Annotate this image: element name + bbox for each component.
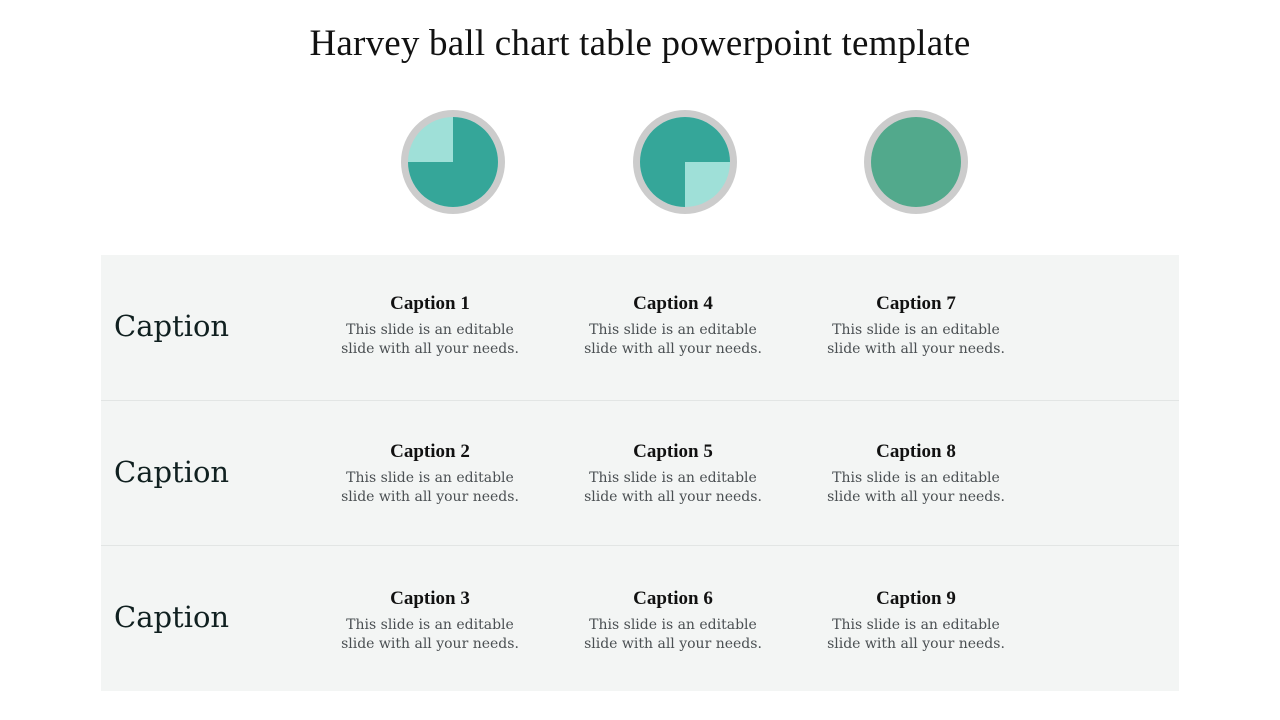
description-line: This slide is an editable [346,470,514,486]
cell-caption: Caption 4 [633,293,713,314]
cell-caption: Caption 7 [876,293,956,314]
description-line: This slide is an editable [346,322,514,338]
cell-caption: Caption 1 [390,293,470,314]
description-line: slide with all your needs. [341,341,519,357]
cell-description: This slide is an editable slide with all … [558,321,788,359]
description-line: slide with all your needs. [584,489,762,505]
table-cell: Caption 5 This slide is an editable slide… [558,441,788,507]
description-line: slide with all your needs. [341,489,519,505]
table-cell: Caption 4 This slide is an editable slide… [558,293,788,359]
cell-description: This slide is an editable slide with all … [801,616,1031,654]
cell-description: This slide is an editable slide with all … [315,616,545,654]
harvey-ball-graphic [864,110,968,214]
cell-caption: Caption 3 [390,588,470,609]
harvey-ball-graphic [401,110,505,214]
cell-description: This slide is an editable slide with all … [315,321,545,359]
description-line: slide with all your needs. [584,636,762,652]
table-cell: Caption 9 This slide is an editable slide… [801,588,1031,654]
table-cell: Caption 8 This slide is an editable slide… [801,441,1031,507]
harvey-ball-3 [863,109,969,215]
cell-description: This slide is an editable slide with all … [558,616,788,654]
table-row: Caption Caption 3 This slide is an edita… [101,545,1179,691]
harvey-ball-1 [400,109,506,215]
cell-description: This slide is an editable slide with all … [558,469,788,507]
table-row: Caption Caption 1 This slide is an edita… [101,255,1179,400]
cell-description: This slide is an editable slide with all … [801,321,1031,359]
table-cell: Caption 2 This slide is an editable slide… [315,441,545,507]
row-label: Caption [114,600,230,634]
table-cell: Caption 3 This slide is an editable slide… [315,588,545,654]
cell-caption: Caption 6 [633,588,713,609]
cell-description: This slide is an editable slide with all … [801,469,1031,507]
description-line: This slide is an editable [589,470,757,486]
description-line: This slide is an editable [589,322,757,338]
table-cell: Caption 7 This slide is an editable slide… [801,293,1031,359]
description-line: slide with all your needs. [827,489,1005,505]
description-line: slide with all your needs. [584,341,762,357]
table-cell: Caption 6 This slide is an editable slide… [558,588,788,654]
description-line: This slide is an editable [832,470,1000,486]
description-line: slide with all your needs. [827,636,1005,652]
caption-table: Caption Caption 1 This slide is an edita… [101,255,1179,691]
description-line: This slide is an editable [346,617,514,633]
harvey-balls-row [0,0,1280,240]
harvey-ball-graphic [633,110,737,214]
ball-filled-segment [871,117,961,207]
harvey-ball-2 [632,109,738,215]
row-label: Caption [114,309,230,343]
cell-caption: Caption 2 [390,441,470,462]
description-line: slide with all your needs. [341,636,519,652]
description-line: slide with all your needs. [827,341,1005,357]
cell-caption: Caption 9 [876,588,956,609]
description-line: This slide is an editable [832,322,1000,338]
table-cell: Caption 1 This slide is an editable slide… [315,293,545,359]
cell-caption: Caption 5 [633,441,713,462]
cell-caption: Caption 8 [876,441,956,462]
row-label: Caption [114,455,230,489]
cell-description: This slide is an editable slide with all … [315,469,545,507]
table-row: Caption Caption 2 This slide is an edita… [101,400,1179,546]
description-line: This slide is an editable [832,617,1000,633]
description-line: This slide is an editable [589,617,757,633]
